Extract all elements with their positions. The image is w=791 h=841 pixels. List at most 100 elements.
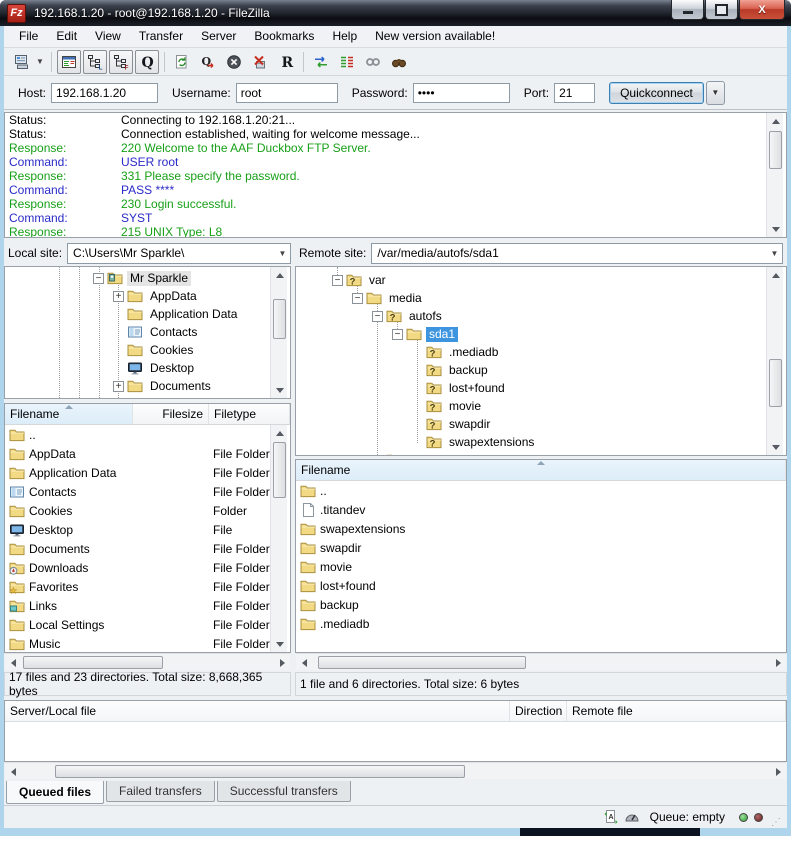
transfer-queue-panel[interactable]: Server/Local fileDirectionRemote file xyxy=(4,700,787,762)
synchronized-browsing-button[interactable] xyxy=(361,50,385,74)
menu-help[interactable]: Help xyxy=(323,26,366,47)
resize-grip[interactable]: ⋰ xyxy=(771,818,781,828)
scrollbar-thumb[interactable] xyxy=(55,765,465,778)
menu-edit[interactable]: Edit xyxy=(47,26,86,47)
chevron-down-icon[interactable]: ▼ xyxy=(36,57,44,66)
queue-hscrollbar[interactable] xyxy=(5,762,786,779)
local-tree-pane[interactable]: −Mr Sparkle+AppDataApplication DataConta… xyxy=(4,266,291,399)
username-input[interactable] xyxy=(236,83,338,103)
minimize-button[interactable] xyxy=(671,0,704,20)
toggle-remote-tree-button[interactable]: F xyxy=(109,50,133,74)
expand-icon[interactable]: + xyxy=(113,399,124,400)
queue-column-remote-file[interactable]: Remote file xyxy=(567,701,786,721)
remote-tree-scrollbar[interactable] xyxy=(766,267,783,455)
find-files-button[interactable] xyxy=(387,50,411,74)
tree-item-autofs[interactable]: −?autofs xyxy=(296,307,786,325)
file-row-application-data[interactable]: Application DataFile Folder xyxy=(5,463,290,482)
file-row-downloads[interactable]: DownloadsFile Folder xyxy=(5,558,290,577)
title-bar[interactable]: Fz 192.168.1.20 - root@192.168.1.20 - Fi… xyxy=(0,0,791,26)
file-row-appdata[interactable]: AppDataFile Folder xyxy=(5,444,290,463)
tree-item-cookies[interactable]: Cookies xyxy=(5,341,290,359)
local-tree-scrollbar[interactable] xyxy=(270,267,287,398)
collapse-icon[interactable]: − xyxy=(332,275,343,286)
cancel-button[interactable] xyxy=(222,50,246,74)
column-header-filetype[interactable]: Filetype xyxy=(209,404,290,424)
file-row--mediadb[interactable]: .mediadb xyxy=(296,614,786,633)
chevron-down-icon[interactable]: ▼ xyxy=(767,244,782,263)
toggle-queue-button[interactable]: Q xyxy=(135,50,159,74)
toggle-local-tree-button[interactable]: L xyxy=(83,50,107,74)
local-file-list[interactable]: FilenameFilesizeFiletype ..AppDataFile F… xyxy=(4,403,291,653)
port-input[interactable] xyxy=(554,83,595,103)
tree-item-application-data[interactable]: Application Data xyxy=(5,305,290,323)
scrollbar-thumb[interactable] xyxy=(273,442,286,498)
menu-bookmarks[interactable]: Bookmarks xyxy=(245,26,323,47)
scrollbar-thumb[interactable] xyxy=(769,359,782,407)
file-row-desktop[interactable]: DesktopFile xyxy=(5,520,290,539)
tree-item-lost-found[interactable]: ?lost+found xyxy=(296,379,786,397)
file-row-favorites[interactable]: ★FavoritesFile Folder xyxy=(5,577,290,596)
tree-item-var[interactable]: −?var xyxy=(296,271,786,289)
tree-item-documents[interactable]: +Documents xyxy=(5,377,290,395)
local-site-combobox[interactable]: C:\Users\Mr Sparkle\ ▼ xyxy=(67,243,291,264)
tree-item-swapdir[interactable]: ?swapdir xyxy=(296,415,786,433)
message-log[interactable]: Status:Connecting to 192.168.1.20:21...S… xyxy=(4,112,787,238)
reconnect-button[interactable]: R xyxy=(274,50,298,74)
tree-item-desktop[interactable]: Desktop xyxy=(5,359,290,377)
file-row-swapextensions[interactable]: swapextensions xyxy=(296,519,786,538)
scrollbar-thumb[interactable] xyxy=(318,656,526,669)
tree-item-sda1[interactable]: −sda1 xyxy=(296,325,786,343)
tab-failed-transfers[interactable]: Failed transfers xyxy=(106,781,215,802)
chevron-down-icon[interactable]: ▼ xyxy=(275,244,290,263)
menu-file[interactable]: File xyxy=(10,26,47,47)
expand-icon[interactable]: + xyxy=(113,381,124,392)
column-header-filesize[interactable]: Filesize xyxy=(133,404,209,424)
directory-comparison-button[interactable] xyxy=(309,50,333,74)
file-row--[interactable]: .. xyxy=(5,425,290,444)
file-row-swapdir[interactable]: swapdir xyxy=(296,538,786,557)
collapse-icon[interactable]: − xyxy=(352,293,363,304)
scrollbar-thumb[interactable] xyxy=(23,656,163,669)
collapse-icon[interactable]: − xyxy=(93,273,104,284)
tab-successful-transfers[interactable]: Successful transfers xyxy=(217,781,351,802)
host-input[interactable] xyxy=(51,83,158,103)
tree-item-dvd[interactable]: ?dvd xyxy=(296,451,786,456)
local-list-hscrollbar[interactable] xyxy=(5,653,290,670)
file-row-backup[interactable]: backup xyxy=(296,595,786,614)
file-row-music[interactable]: MusicFile Folder xyxy=(5,634,290,653)
queue-column-server-local-file[interactable]: Server/Local file xyxy=(5,701,510,721)
tree-item-mr-sparkle[interactable]: −Mr Sparkle xyxy=(5,269,290,287)
process-queue-button[interactable]: Q xyxy=(196,50,220,74)
quickconnect-button[interactable]: Quickconnect xyxy=(609,82,704,104)
tab-queued-files[interactable]: Queued files xyxy=(6,781,104,804)
file-row--titandev[interactable]: .titandev xyxy=(296,500,786,519)
close-button[interactable]: X xyxy=(739,0,785,20)
remote-list-hscrollbar[interactable] xyxy=(296,653,786,670)
file-row-lost-found[interactable]: lost+found xyxy=(296,576,786,595)
menu-server[interactable]: Server xyxy=(192,26,245,47)
quickconnect-dropdown-button[interactable]: ▼ xyxy=(706,81,725,105)
file-row-documents[interactable]: DocumentsFile Folder xyxy=(5,539,290,558)
file-row-contacts[interactable]: ContactsFile Folder xyxy=(5,482,290,501)
message-log-scrollbar[interactable] xyxy=(766,113,783,237)
menu-transfer[interactable]: Transfer xyxy=(130,26,192,47)
maximize-button[interactable] xyxy=(705,0,738,20)
column-header-filename[interactable]: Filename xyxy=(5,404,133,424)
column-header-filename[interactable]: Filename xyxy=(296,460,786,480)
site-manager-button[interactable] xyxy=(10,50,34,74)
queue-column-direction[interactable]: Direction xyxy=(510,701,567,721)
scrollbar-thumb[interactable] xyxy=(769,131,782,169)
file-row--[interactable]: .. xyxy=(296,481,786,500)
remote-tree-pane[interactable]: −?var−media−?autofs−sda1?.mediadb?backup… xyxy=(295,266,787,456)
file-row-links[interactable]: LinksFile Folder xyxy=(5,596,290,615)
file-row-cookies[interactable]: CookiesFolder xyxy=(5,501,290,520)
collapse-icon[interactable]: − xyxy=(372,311,383,322)
tree-item-media[interactable]: −media xyxy=(296,289,786,307)
password-input[interactable] xyxy=(413,83,510,103)
tree-item-movie[interactable]: ?movie xyxy=(296,397,786,415)
expand-icon[interactable]: + xyxy=(113,291,124,302)
remote-site-combobox[interactable]: /var/media/autofs/sda1 ▼ xyxy=(371,243,783,264)
file-row-local-settings[interactable]: Local SettingsFile Folder xyxy=(5,615,290,634)
local-list-scrollbar[interactable] xyxy=(270,425,287,652)
tree-item-backup[interactable]: ?backup xyxy=(296,361,786,379)
